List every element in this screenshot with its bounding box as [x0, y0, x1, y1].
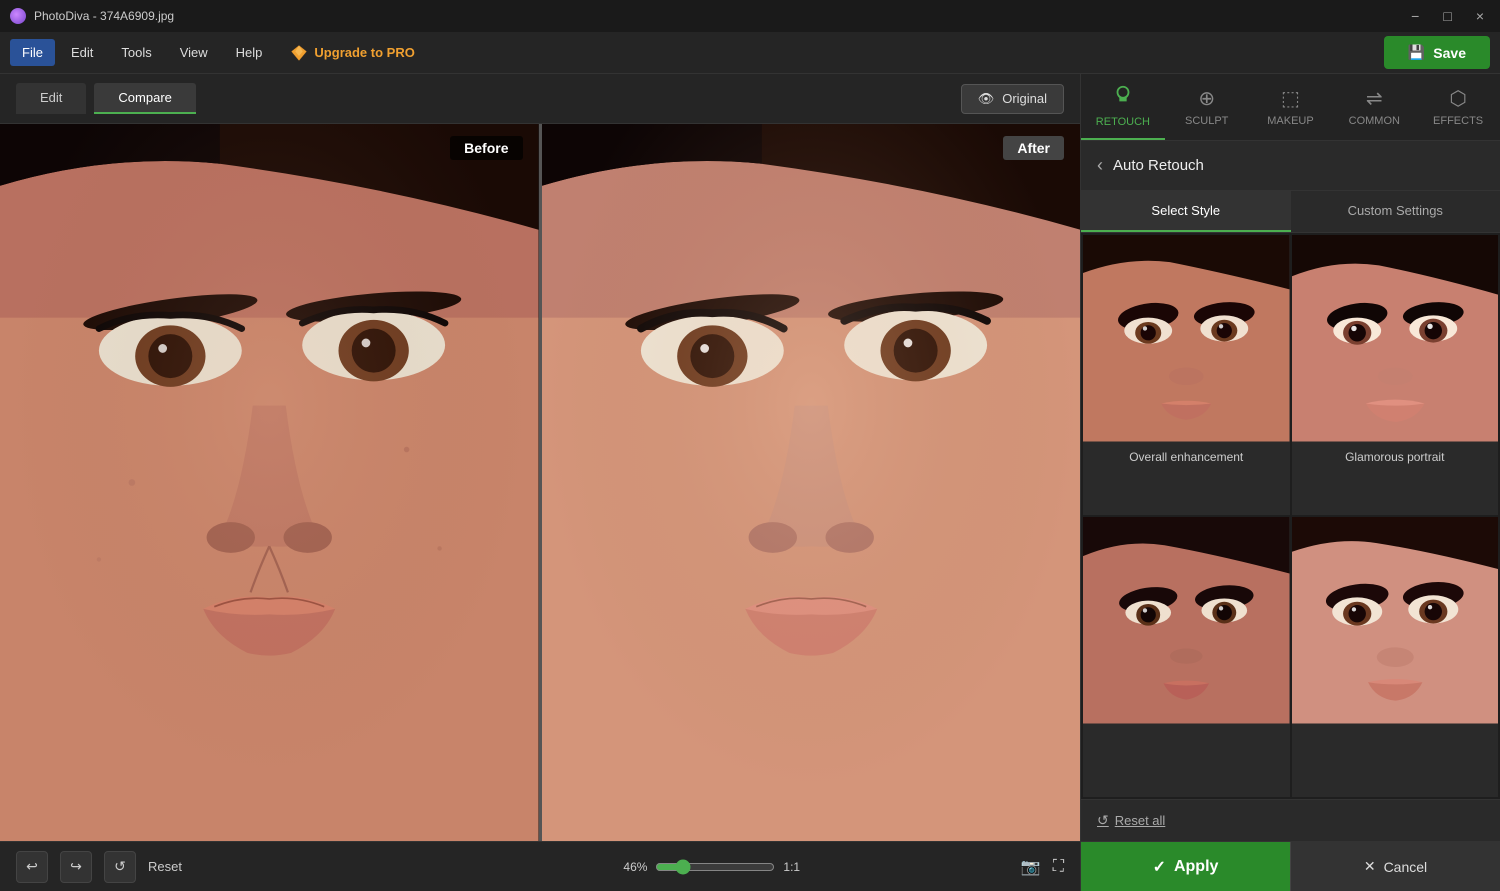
compare-tab[interactable]: Compare — [94, 83, 195, 114]
original-label: Original — [1002, 91, 1047, 106]
style-image-3 — [1083, 517, 1290, 724]
panel-tabs: RETOUCH ⊕ SCULPT ⬚ MAKEUP ⇌ COMMON ⬡ EFF… — [1081, 74, 1500, 141]
save-label: Save — [1433, 45, 1466, 61]
zoom-percent: 46% — [607, 860, 647, 874]
reset-icon: ↺ — [1097, 812, 1109, 829]
reset-label: Reset — [148, 859, 182, 874]
style-label-overall: Overall enhancement — [1083, 442, 1290, 472]
action-bar: ✓ Apply ✕ Cancel — [1081, 841, 1500, 891]
sculpt-icon: ⊕ — [1198, 86, 1215, 111]
app-icon — [10, 8, 26, 24]
style-label-glamorous: Glamorous portrait — [1292, 442, 1499, 472]
style-thumbnail-glamorous — [1292, 235, 1499, 442]
before-image — [0, 124, 539, 841]
cancel-button[interactable]: ✕ Cancel — [1290, 842, 1500, 891]
diamond-icon — [290, 44, 308, 62]
tab-sculpt[interactable]: ⊕ SCULPT — [1165, 74, 1249, 140]
canvas-area: Edit Compare 👁 Original Before — [0, 74, 1080, 891]
before-canvas: Before — [0, 124, 539, 841]
check-icon: ✓ — [1153, 857, 1166, 877]
panel-content: ‹ Auto Retouch Select Style Custom Setti… — [1081, 141, 1500, 841]
common-icon: ⇌ — [1366, 86, 1383, 111]
title-bar: PhotoDiva - 374A6909.jpg − □ × — [0, 0, 1500, 32]
minimize-button[interactable]: − — [1405, 6, 1425, 26]
canvas-toolbar: Edit Compare 👁 Original — [0, 74, 1080, 124]
common-label: COMMON — [1349, 115, 1400, 127]
menu-edit[interactable]: Edit — [59, 39, 105, 66]
style-grid: Overall enhancement — [1081, 233, 1500, 799]
retouch-label: RETOUCH — [1096, 116, 1150, 128]
window-controls: − □ × — [1405, 6, 1490, 26]
retouch-icon — [1112, 84, 1134, 112]
canvas-container: Before — [0, 124, 1080, 841]
upgrade-label: Upgrade to PRO — [314, 45, 414, 60]
menu-view[interactable]: View — [168, 39, 220, 66]
style-thumbnail-3 — [1083, 517, 1290, 724]
upgrade-button[interactable]: Upgrade to PRO — [278, 38, 426, 68]
style-image-1 — [1083, 235, 1290, 442]
redo-button[interactable]: ↪ — [60, 851, 92, 883]
zoom-slider[interactable] — [655, 859, 775, 875]
reset-all-label: Reset all — [1115, 813, 1166, 828]
style-thumbnail-4 — [1292, 517, 1499, 724]
maximize-button[interactable]: □ — [1437, 6, 1457, 26]
main-content: Edit Compare 👁 Original Before — [0, 74, 1500, 891]
menu-file[interactable]: File — [10, 39, 55, 66]
ratio-label[interactable]: 1:1 — [783, 860, 800, 874]
sculpt-label: SCULPT — [1185, 115, 1228, 127]
style-item-3[interactable] — [1083, 517, 1290, 797]
x-icon: ✕ — [1364, 858, 1376, 875]
style-label-3 — [1083, 724, 1290, 754]
original-button[interactable]: 👁 Original — [961, 84, 1064, 114]
style-label-4 — [1292, 724, 1499, 754]
effects-icon: ⬡ — [1449, 86, 1466, 111]
menu-bar: File Edit Tools View Help Upgrade to PRO… — [0, 32, 1500, 74]
tab-effects[interactable]: ⬡ EFFECTS — [1416, 74, 1500, 140]
custom-settings-tab[interactable]: Custom Settings — [1291, 191, 1500, 232]
menu-tools[interactable]: Tools — [109, 39, 163, 66]
apply-label: Apply — [1174, 858, 1218, 876]
apply-button[interactable]: ✓ Apply — [1081, 842, 1290, 891]
style-image-4 — [1292, 517, 1499, 724]
fullscreen-button[interactable]: ⛶ — [1053, 858, 1064, 876]
right-panel: RETOUCH ⊕ SCULPT ⬚ MAKEUP ⇌ COMMON ⬡ EFF… — [1080, 74, 1500, 891]
tab-makeup[interactable]: ⬚ MAKEUP — [1249, 74, 1333, 140]
app-title: PhotoDiva - 374A6909.jpg — [34, 9, 174, 23]
panel-subheader: ‹ Auto Retouch — [1081, 141, 1500, 191]
after-label: After — [1003, 136, 1064, 160]
style-image-2 — [1292, 235, 1499, 442]
status-bar: ↩ ↪ ↺ Reset 46% 1:1 📷 ⛶ — [0, 841, 1080, 891]
reset-all-button[interactable]: ↺ Reset all — [1097, 812, 1165, 829]
makeup-icon: ⬚ — [1281, 86, 1300, 111]
save-button[interactable]: 💾 Save — [1384, 36, 1490, 69]
after-image — [542, 124, 1081, 841]
panel-subtitle: Auto Retouch — [1113, 157, 1204, 174]
style-tabs: Select Style Custom Settings — [1081, 191, 1500, 233]
style-item-glamorous[interactable]: Glamorous portrait — [1292, 235, 1499, 515]
tab-common[interactable]: ⇌ COMMON — [1332, 74, 1416, 140]
menu-help[interactable]: Help — [224, 39, 275, 66]
save-icon: 💾 — [1408, 44, 1425, 61]
close-button[interactable]: × — [1470, 6, 1490, 26]
eye-icon: 👁 — [978, 91, 995, 107]
zoom-control: 46% 1:1 — [607, 859, 1008, 875]
reset-icon-button[interactable]: ↺ — [104, 851, 136, 883]
style-item-overall[interactable]: Overall enhancement — [1083, 235, 1290, 515]
undo-button[interactable]: ↩ — [16, 851, 48, 883]
makeup-label: MAKEUP — [1267, 115, 1313, 127]
select-style-tab[interactable]: Select Style — [1081, 191, 1291, 232]
before-label: Before — [450, 136, 522, 160]
title-bar-title: PhotoDiva - 374A6909.jpg — [10, 8, 174, 24]
reset-section: ↺ Reset all — [1081, 799, 1500, 841]
tab-retouch[interactable]: RETOUCH — [1081, 74, 1165, 140]
after-canvas: After — [542, 124, 1081, 841]
style-thumbnail-overall — [1083, 235, 1290, 442]
edit-tab[interactable]: Edit — [16, 83, 86, 114]
back-button[interactable]: ‹ — [1097, 155, 1103, 176]
cancel-label: Cancel — [1384, 859, 1428, 875]
snapshot-button[interactable]: 📷 — [1021, 857, 1041, 877]
menu-items: File Edit Tools View Help Upgrade to PRO — [10, 38, 427, 68]
style-item-4[interactable] — [1292, 517, 1499, 797]
effects-label: EFFECTS — [1433, 115, 1483, 127]
